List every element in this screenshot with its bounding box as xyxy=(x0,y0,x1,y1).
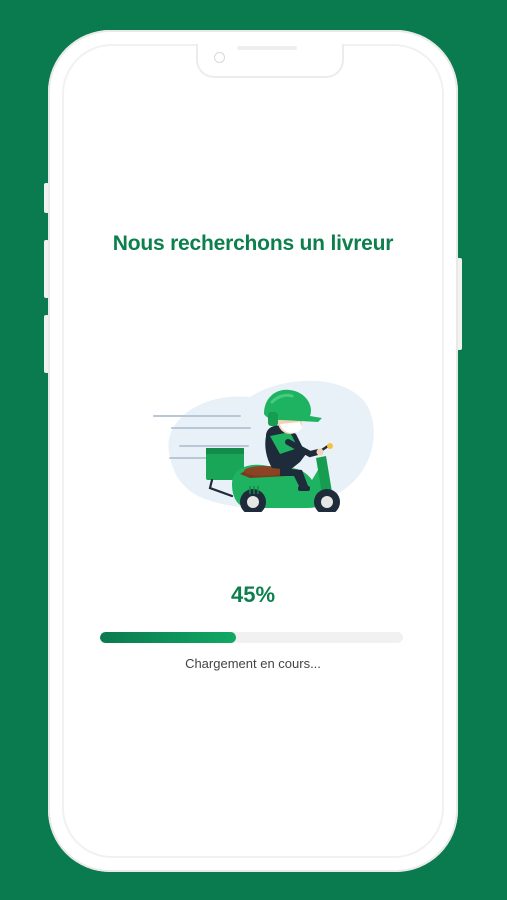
speaker-grille xyxy=(237,46,297,50)
page-title: Nous recherchons un livreur xyxy=(112,232,394,255)
camera-icon xyxy=(214,52,225,63)
delivery-scooter-rider-icon xyxy=(140,362,390,515)
progress-percent: 45% xyxy=(230,582,276,607)
phone-screen: Nous recherchons un livreur 45% Chargeme… xyxy=(62,44,444,858)
progress-bar xyxy=(100,632,403,643)
phone-frame: Nous recherchons un livreur 45% Chargeme… xyxy=(48,30,458,872)
progress-bar-fill xyxy=(100,632,237,643)
loading-status-text: Chargement en cours... xyxy=(185,656,321,671)
app-background: Nous recherchons un livreur 45% Chargeme… xyxy=(0,0,507,900)
